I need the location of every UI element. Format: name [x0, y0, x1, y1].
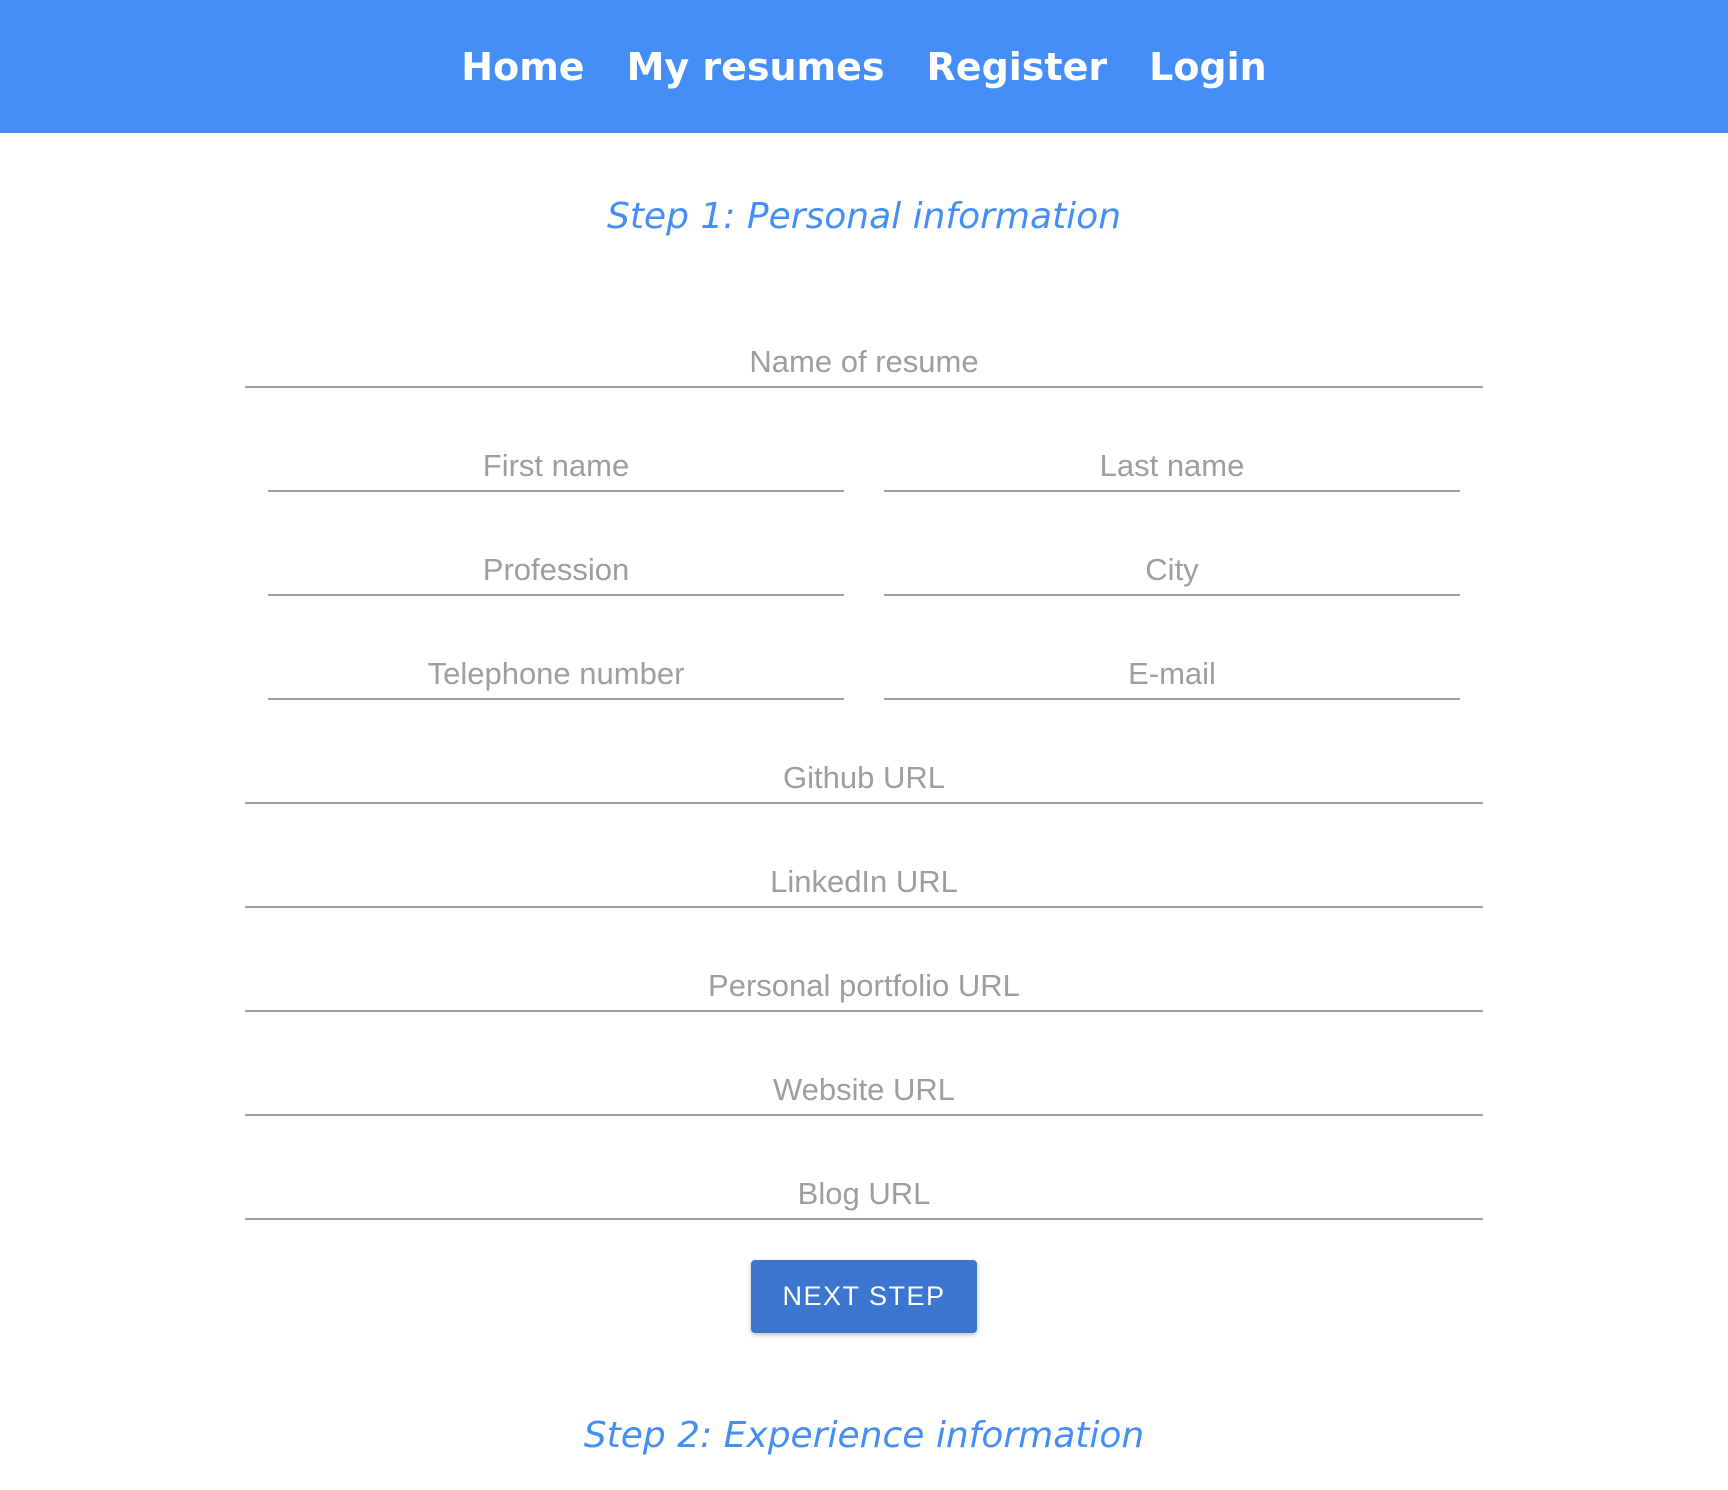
email-input[interactable] [884, 650, 1460, 700]
telephone-input[interactable] [268, 650, 844, 700]
profession-input[interactable] [268, 546, 844, 596]
step2-heading[interactable]: Step 2: Experience information [0, 1415, 1728, 1456]
nav-home-link[interactable]: Home [461, 45, 584, 89]
top-navbar: Home My resumes Register Login [0, 0, 1728, 133]
step1-heading: Step 1: Personal information [606, 196, 1122, 237]
resume-name-input[interactable] [245, 338, 1483, 388]
nav-my-resumes-link[interactable]: My resumes [627, 45, 885, 89]
github-url-input[interactable] [245, 754, 1483, 804]
first-name-input[interactable] [268, 442, 844, 492]
website-url-input[interactable] [245, 1066, 1483, 1116]
portfolio-url-input[interactable] [245, 962, 1483, 1012]
next-step-button[interactable]: NEXT STEP [751, 1260, 977, 1333]
blog-url-input[interactable] [245, 1170, 1483, 1220]
nav-register-link[interactable]: Register [927, 45, 1108, 89]
city-input[interactable] [884, 546, 1460, 596]
last-name-input[interactable] [884, 442, 1460, 492]
linkedin-url-input[interactable] [245, 858, 1483, 908]
nav-login-link[interactable]: Login [1149, 45, 1267, 89]
